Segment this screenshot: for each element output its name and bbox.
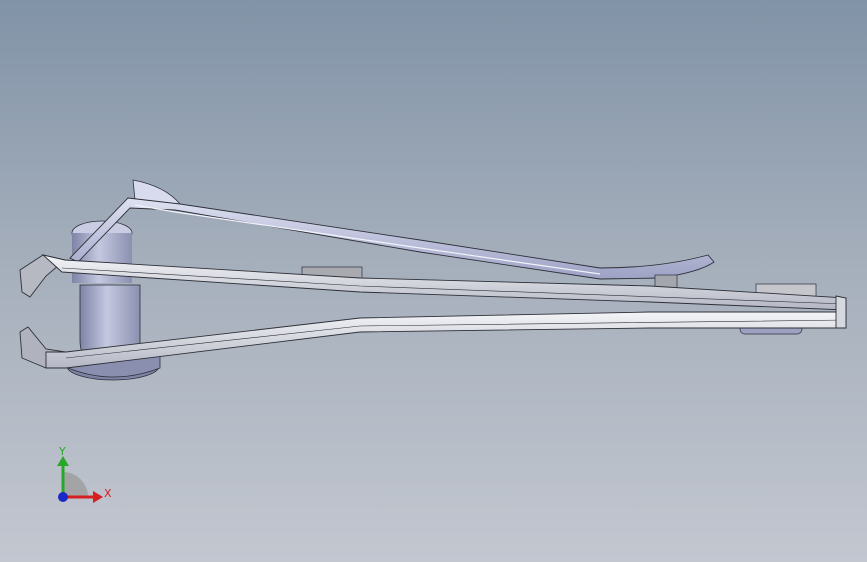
z-axis-dot: [58, 492, 68, 502]
x-axis-arrow: [93, 491, 103, 503]
x-axis-label: X: [104, 487, 112, 500]
y-axis-label: Y: [58, 445, 66, 458]
triad-plane-arc: [63, 472, 88, 497]
graphics-viewport[interactable]: Y X: [0, 0, 867, 562]
coordinate-triad: Y X: [57, 445, 112, 503]
